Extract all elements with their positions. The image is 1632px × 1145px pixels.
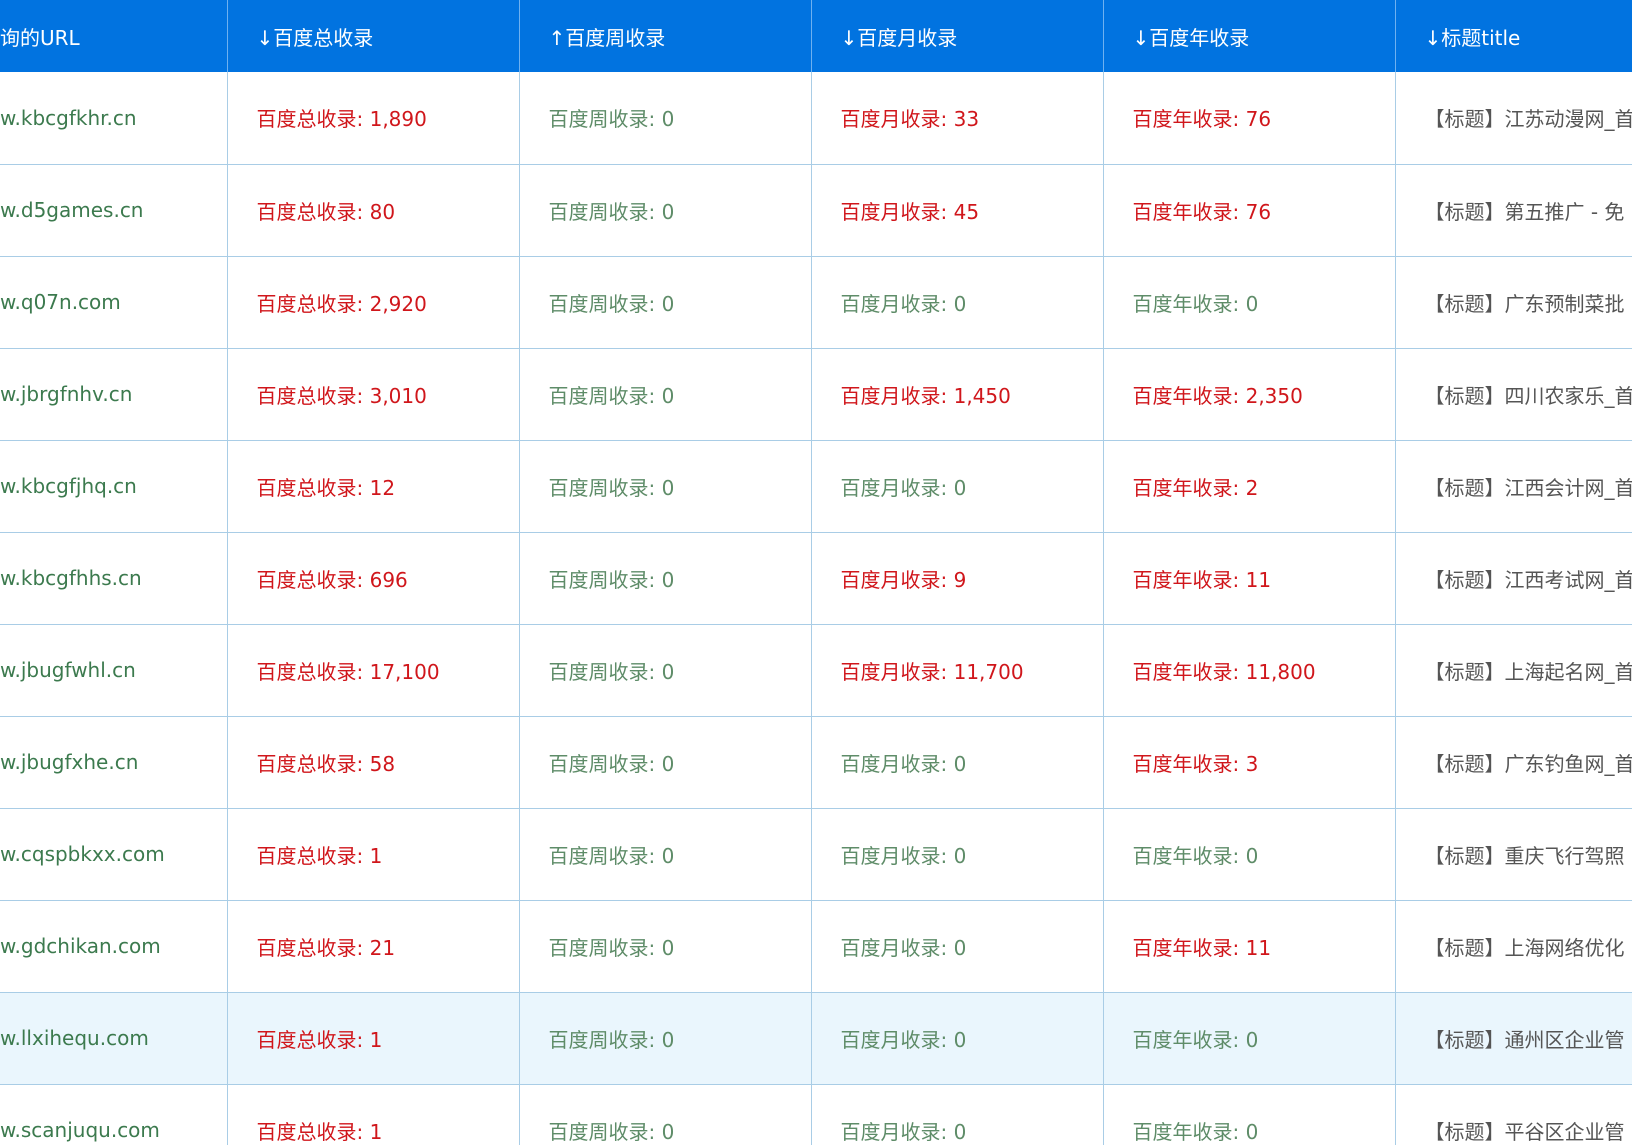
table-row: w.scanjuqu.com 百度总收录: 1 百度周收录: 0 百度月收录: … bbox=[0, 1084, 1632, 1145]
table-row: w.d5games.cn 百度总收录: 80 百度周收录: 0 百度月收录: 4… bbox=[0, 164, 1632, 257]
table-row: w.jbugfxhe.cn 百度总收录: 58 百度周收录: 0 百度月收录: … bbox=[0, 716, 1632, 809]
header-url[interactable]: 询的URL bbox=[0, 0, 228, 72]
total-index-cell: 百度总收录: 696 bbox=[227, 532, 520, 625]
year-index-cell: 百度年收录: 11 bbox=[1103, 900, 1396, 993]
week-index-cell: 百度周收录: 0 bbox=[519, 440, 812, 533]
url-cell[interactable]: w.jbugfwhl.cn bbox=[0, 624, 228, 717]
sort-header-month[interactable]: ↓百度月收录 bbox=[811, 0, 1104, 72]
table-row: w.gdchikan.com 百度总收录: 21 百度周收录: 0 百度月收录:… bbox=[0, 900, 1632, 993]
url-cell[interactable]: w.gdchikan.com bbox=[0, 900, 228, 993]
header-row: 询的URL ↓百度总收录 ↑百度周收录 ↓百度月收录 ↓百度年收录 ↓标题tit… bbox=[0, 0, 1632, 72]
baidu-index-table: 询的URL ↓百度总收录 ↑百度周收录 ↓百度月收录 ↓百度年收录 ↓标题tit… bbox=[0, 0, 1632, 1145]
month-index-cell: 百度月收录: 1,450 bbox=[811, 348, 1104, 441]
month-index-cell: 百度月收录: 0 bbox=[811, 1084, 1104, 1145]
url-cell[interactable]: w.kbcgfjhq.cn bbox=[0, 440, 228, 533]
table-row: w.jbugfwhl.cn 百度总收录: 17,100 百度周收录: 0 百度月… bbox=[0, 624, 1632, 717]
total-index-cell: 百度总收录: 2,920 bbox=[227, 256, 520, 349]
url-cell[interactable]: w.llxihequ.com bbox=[0, 992, 228, 1085]
month-index-cell: 百度月收录: 11,700 bbox=[811, 624, 1104, 717]
month-index-cell: 百度月收录: 0 bbox=[811, 440, 1104, 533]
week-index-cell: 百度周收录: 0 bbox=[519, 808, 812, 901]
total-index-cell: 百度总收录: 3,010 bbox=[227, 348, 520, 441]
year-index-cell: 百度年收录: 0 bbox=[1103, 1084, 1396, 1145]
year-index-cell: 百度年收录: 2 bbox=[1103, 440, 1396, 533]
url-cell[interactable]: w.cqspbkxx.com bbox=[0, 808, 228, 901]
title-cell: 【标题】第五推广 - 免 bbox=[1395, 164, 1632, 257]
table-row: w.jbrgfnhv.cn 百度总收录: 3,010 百度周收录: 0 百度月收… bbox=[0, 348, 1632, 441]
year-index-cell: 百度年收录: 3 bbox=[1103, 716, 1396, 809]
year-index-cell: 百度年收录: 0 bbox=[1103, 992, 1396, 1085]
title-cell: 【标题】通州区企业管 bbox=[1395, 992, 1632, 1085]
total-index-cell: 百度总收录: 1 bbox=[227, 808, 520, 901]
month-index-cell: 百度月收录: 0 bbox=[811, 716, 1104, 809]
table-row: w.llxihequ.com 百度总收录: 1 百度周收录: 0 百度月收录: … bbox=[0, 992, 1632, 1085]
title-cell: 【标题】江西会计网_首 bbox=[1395, 440, 1632, 533]
year-index-cell: 百度年收录: 0 bbox=[1103, 808, 1396, 901]
url-cell[interactable]: w.q07n.com bbox=[0, 256, 228, 349]
sort-header-total[interactable]: ↓百度总收录 bbox=[227, 0, 520, 72]
week-index-cell: 百度周收录: 0 bbox=[519, 1084, 812, 1145]
week-index-cell: 百度周收录: 0 bbox=[519, 624, 812, 717]
year-index-cell: 百度年收录: 0 bbox=[1103, 256, 1396, 349]
total-index-cell: 百度总收录: 80 bbox=[227, 164, 520, 257]
url-cell[interactable]: w.kbcgfkhr.cn bbox=[0, 72, 228, 165]
month-index-cell: 百度月收录: 0 bbox=[811, 808, 1104, 901]
table-row: w.kbcgfkhr.cn 百度总收录: 1,890 百度周收录: 0 百度月收… bbox=[0, 72, 1632, 165]
table-header: 询的URL ↓百度总收录 ↑百度周收录 ↓百度月收录 ↓百度年收录 ↓标题tit… bbox=[0, 0, 1632, 72]
year-index-cell: 百度年收录: 11,800 bbox=[1103, 624, 1396, 717]
table-body: w.kbcgfkhr.cn 百度总收录: 1,890 百度周收录: 0 百度月收… bbox=[0, 72, 1632, 1145]
total-index-cell: 百度总收录: 1 bbox=[227, 992, 520, 1085]
sort-header-week[interactable]: ↑百度周收录 bbox=[519, 0, 812, 72]
month-index-cell: 百度月收录: 33 bbox=[811, 72, 1104, 165]
week-index-cell: 百度周收录: 0 bbox=[519, 716, 812, 809]
total-index-cell: 百度总收录: 1 bbox=[227, 1084, 520, 1145]
total-index-cell: 百度总收录: 17,100 bbox=[227, 624, 520, 717]
title-cell: 【标题】江苏动漫网_首 bbox=[1395, 72, 1632, 165]
week-index-cell: 百度周收录: 0 bbox=[519, 348, 812, 441]
sort-header-title[interactable]: ↓标题title bbox=[1395, 0, 1632, 72]
month-index-cell: 百度月收录: 45 bbox=[811, 164, 1104, 257]
title-cell: 【标题】广东预制菜批 bbox=[1395, 256, 1632, 349]
sort-header-year[interactable]: ↓百度年收录 bbox=[1103, 0, 1396, 72]
title-cell: 【标题】上海起名网_首 bbox=[1395, 624, 1632, 717]
table-row: w.kbcgfjhq.cn 百度总收录: 12 百度周收录: 0 百度月收录: … bbox=[0, 440, 1632, 533]
total-index-cell: 百度总收录: 58 bbox=[227, 716, 520, 809]
year-index-cell: 百度年收录: 76 bbox=[1103, 164, 1396, 257]
week-index-cell: 百度周收录: 0 bbox=[519, 164, 812, 257]
year-index-cell: 百度年收录: 11 bbox=[1103, 532, 1396, 625]
url-cell[interactable]: w.kbcgfhhs.cn bbox=[0, 532, 228, 625]
url-cell[interactable]: w.d5games.cn bbox=[0, 164, 228, 257]
week-index-cell: 百度周收录: 0 bbox=[519, 532, 812, 625]
title-cell: 【标题】平谷区企业管 bbox=[1395, 1084, 1632, 1145]
url-cell[interactable]: w.jbugfxhe.cn bbox=[0, 716, 228, 809]
month-index-cell: 百度月收录: 9 bbox=[811, 532, 1104, 625]
total-index-cell: 百度总收录: 21 bbox=[227, 900, 520, 993]
title-cell: 【标题】四川农家乐_首 bbox=[1395, 348, 1632, 441]
total-index-cell: 百度总收录: 1,890 bbox=[227, 72, 520, 165]
title-cell: 【标题】广东钓鱼网_首 bbox=[1395, 716, 1632, 809]
title-cell: 【标题】江西考试网_首 bbox=[1395, 532, 1632, 625]
week-index-cell: 百度周收录: 0 bbox=[519, 256, 812, 349]
url-cell[interactable]: w.scanjuqu.com bbox=[0, 1084, 228, 1145]
results-viewport: 询的URL ↓百度总收录 ↑百度周收录 ↓百度月收录 ↓百度年收录 ↓标题tit… bbox=[0, 0, 1632, 1145]
year-index-cell: 百度年收录: 2,350 bbox=[1103, 348, 1396, 441]
table-row: w.kbcgfhhs.cn 百度总收录: 696 百度周收录: 0 百度月收录:… bbox=[0, 532, 1632, 625]
title-cell: 【标题】重庆飞行驾照 bbox=[1395, 808, 1632, 901]
month-index-cell: 百度月收录: 0 bbox=[811, 900, 1104, 993]
url-cell[interactable]: w.jbrgfnhv.cn bbox=[0, 348, 228, 441]
total-index-cell: 百度总收录: 12 bbox=[227, 440, 520, 533]
table-row: w.cqspbkxx.com 百度总收录: 1 百度周收录: 0 百度月收录: … bbox=[0, 808, 1632, 901]
month-index-cell: 百度月收录: 0 bbox=[811, 992, 1104, 1085]
week-index-cell: 百度周收录: 0 bbox=[519, 900, 812, 993]
week-index-cell: 百度周收录: 0 bbox=[519, 992, 812, 1085]
title-cell: 【标题】上海网络优化 bbox=[1395, 900, 1632, 993]
month-index-cell: 百度月收录: 0 bbox=[811, 256, 1104, 349]
year-index-cell: 百度年收录: 76 bbox=[1103, 72, 1396, 165]
week-index-cell: 百度周收录: 0 bbox=[519, 72, 812, 165]
table-row: w.q07n.com 百度总收录: 2,920 百度周收录: 0 百度月收录: … bbox=[0, 256, 1632, 349]
